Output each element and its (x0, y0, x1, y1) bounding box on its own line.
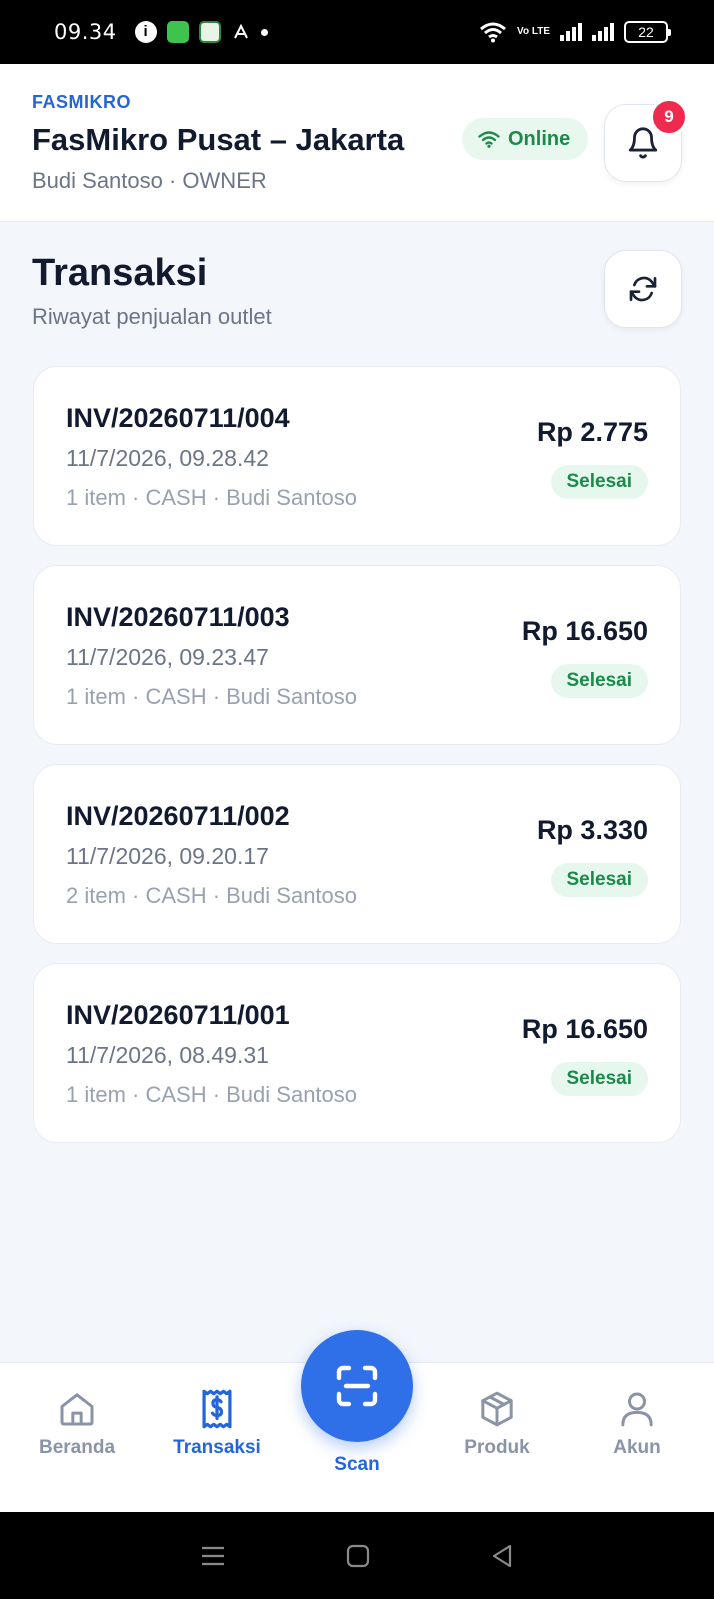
status-badge: Selesai (550, 465, 648, 499)
transaction-meta: 1 item · CASH · Budi Santoso (66, 485, 358, 510)
battery-level: 22 (638, 24, 654, 40)
transaction-datetime: 11/7/2026, 09.20.17 (66, 843, 269, 869)
transaction-datetime: 11/7/2026, 08.49.31 (66, 1042, 269, 1068)
transaction-card[interactable]: INV/20260711/002 11/7/2026, 09.20.17 2 i… (33, 764, 681, 944)
signal-icon-1 (560, 23, 582, 41)
status-bar: 09.34 i Vo LTE 22 (0, 0, 714, 64)
refresh-icon (629, 276, 657, 302)
nav-label: Transaksi (173, 1437, 261, 1458)
transaction-card[interactable]: INV/20260711/003 11/7/2026, 09.23.47 1 i… (33, 565, 681, 745)
status-notification-icons: i (134, 21, 268, 43)
nav-item-transaksi[interactable]: Transaksi (157, 1387, 277, 1459)
nav-label: Akun (613, 1437, 661, 1458)
nav-label: Beranda (38, 1437, 116, 1458)
page-subtitle: Riwayat penjualan outlet (32, 304, 272, 329)
app-header: FASMIKRO FasMikro Pusat – Jakarta Budi S… (0, 64, 714, 222)
transaction-card[interactable]: INV/20260711/004 11/7/2026, 09.28.42 1 i… (33, 366, 681, 546)
nav-item-produk[interactable]: Produk (437, 1387, 557, 1459)
bell-icon (628, 127, 658, 159)
volte-label: Vo LTE (517, 26, 550, 37)
receipt-icon (202, 1389, 232, 1429)
notification-count-badge: 9 (650, 98, 688, 136)
transaction-meta: 1 item · CASH · Budi Santoso (66, 1082, 358, 1107)
back-icon[interactable] (489, 1543, 515, 1569)
transaction-datetime: 11/7/2026, 09.28.42 (66, 445, 269, 471)
brand-label: FASMIKRO (32, 92, 132, 112)
outlet-name: FasMikro Pusat – Jakarta (32, 122, 405, 157)
refresh-button[interactable] (604, 250, 682, 328)
connection-status-label: Online (508, 127, 571, 150)
home-icon (60, 1393, 94, 1426)
more-notifications-dot (260, 28, 268, 36)
status-badge: Selesai (550, 863, 648, 897)
transaction-meta: 2 item · CASH · Budi Santoso (66, 883, 358, 908)
status-badge: Selesai (550, 1062, 648, 1096)
wifi-status-icon (480, 22, 506, 43)
message-app-icon (166, 21, 189, 43)
status-time: 09.34 (54, 20, 117, 44)
invoice-number: INV/20260711/001 (66, 1000, 290, 1030)
scan-icon (336, 1365, 378, 1407)
invoice-number: INV/20260711/003 (66, 602, 290, 632)
info-icon: i (134, 21, 157, 43)
transaction-amount: Rp 16.650 (521, 1014, 648, 1044)
invoice-number: INV/20260711/004 (66, 403, 290, 433)
box-icon (481, 1391, 513, 1427)
signal-icon-2 (592, 23, 614, 41)
recent-apps-icon[interactable] (199, 1544, 227, 1568)
nav-item-akun[interactable]: Akun (577, 1387, 697, 1459)
scan-button[interactable] (301, 1330, 413, 1442)
connection-status-badge: Online (462, 118, 588, 160)
invoice-number: INV/20260711/002 (66, 801, 290, 831)
user-icon (621, 1392, 653, 1427)
transaction-amount: Rp 3.330 (536, 815, 648, 845)
status-badge: Selesai (550, 664, 648, 698)
transaction-amount: Rp 2.775 (536, 417, 648, 447)
app-notification-icon (198, 21, 221, 43)
nav-item-beranda[interactable]: Beranda (17, 1387, 137, 1459)
scan-label[interactable]: Scan (301, 1454, 413, 1476)
transaction-meta: 1 item · CASH · Budi Santoso (66, 684, 358, 709)
page-title: Transaksi (32, 252, 208, 294)
wifi-icon (478, 131, 500, 148)
transaction-amount: Rp 16.650 (521, 616, 648, 646)
battery-icon: 22 (624, 21, 671, 43)
transaction-card[interactable]: INV/20260711/001 11/7/2026, 08.49.31 1 i… (33, 963, 681, 1143)
home-button-icon[interactable] (345, 1543, 371, 1569)
hotspot-icon (233, 23, 248, 39)
system-navigation-bar (0, 1512, 714, 1599)
nav-label: Produk (464, 1437, 530, 1458)
user-role-line: Budi Santoso · OWNER (32, 168, 267, 193)
transaction-datetime: 11/7/2026, 09.23.47 (66, 644, 269, 670)
